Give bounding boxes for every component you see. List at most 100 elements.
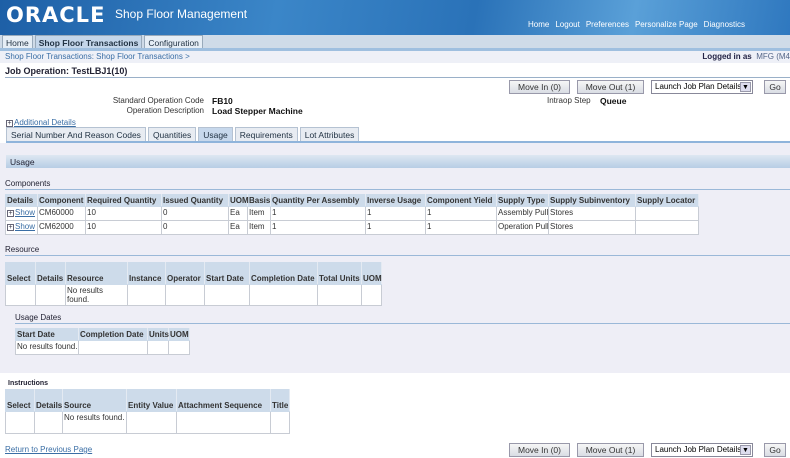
yield-cell: 1: [425, 206, 497, 221]
global-link-diagnostics[interactable]: Diagnostics: [704, 20, 745, 29]
move-in-button[interactable]: Move In (0): [509, 80, 570, 94]
empty-cell: [147, 340, 169, 355]
breadcrumb[interactable]: Shop Floor Transactions: Shop Floor Tran…: [5, 52, 190, 61]
go-button[interactable]: Go: [764, 80, 786, 94]
col-supply-type: Supply Type: [496, 194, 549, 207]
instructions-title: Instructions: [8, 380, 49, 387]
intraop-label: Intraop Step: [547, 96, 591, 105]
expand-icon: +: [6, 120, 13, 127]
inverse-cell: 1: [365, 220, 426, 235]
supply-type-cell: Operation Pull: [496, 220, 549, 235]
main-tabs: Home Shop Floor Transactions Configurati…: [0, 35, 790, 49]
usage-dates-divider: [15, 323, 790, 324]
move-in-button-bottom[interactable]: Move In (0): [509, 443, 570, 457]
empty-cell: [249, 284, 318, 306]
empty-cell: [34, 411, 63, 434]
col-operator: Operator: [165, 262, 205, 285]
empty-cell: [35, 284, 66, 306]
col-supply-subinventory: Supply Subinventory: [548, 194, 636, 207]
tab-home[interactable]: Home: [2, 35, 33, 49]
launch-select-bottom[interactable]: Launch Job Plan Details ▼: [651, 443, 753, 457]
show-link[interactable]: Show: [15, 208, 35, 217]
global-link-personalize[interactable]: Personalize Page: [635, 20, 698, 29]
required-cell: 10: [85, 206, 162, 221]
table-row: No results found.: [5, 411, 290, 434]
component-cell: CM62000: [37, 220, 86, 235]
col-details: Details: [5, 194, 38, 207]
std-op-code-label: Standard Operation Code: [112, 96, 204, 105]
col-uom: UOM: [361, 262, 382, 285]
intraop-value: Queue: [600, 96, 627, 106]
no-results-message: No results found.: [62, 411, 127, 434]
show-link[interactable]: Show: [15, 222, 35, 231]
expand-icon: +: [7, 224, 14, 231]
additional-details-link[interactable]: Additional Details: [14, 118, 76, 127]
col-details: Details: [35, 262, 66, 285]
col-start-date: Start Date: [204, 262, 250, 285]
global-links: Home Logout Preferences Personalize Page…: [528, 20, 745, 29]
locator-cell: [635, 206, 699, 221]
empty-cell: [168, 340, 190, 355]
locator-cell: [635, 220, 699, 235]
oracle-logo: ORACLE: [6, 3, 106, 27]
col-uom: UOM: [228, 194, 249, 207]
instructions-table: Select Details Source Entity Value Attac…: [5, 389, 290, 434]
tab-shop-floor-transactions[interactable]: Shop Floor Transactions: [34, 35, 143, 49]
col-qpa: Quantity Per Assembly: [270, 194, 366, 207]
move-out-button[interactable]: Move Out (1): [577, 80, 644, 94]
subtab-requirements[interactable]: Requirements: [234, 127, 298, 141]
global-link-home[interactable]: Home: [528, 20, 549, 29]
table-row: No results found.: [5, 284, 382, 306]
instructions-header-row: Select Details Source Entity Value Attac…: [5, 389, 290, 412]
launch-select[interactable]: Launch Job Plan Details ▼: [651, 80, 753, 94]
uom-cell: Ea: [228, 206, 248, 221]
op-desc-label: Operation Description: [126, 106, 204, 115]
details-cell[interactable]: + Show: [5, 220, 38, 235]
subtab-quantities[interactable]: Quantities: [147, 127, 197, 141]
qpa-cell: 1: [270, 206, 366, 221]
global-link-preferences[interactable]: Preferences: [586, 20, 629, 29]
expand-icon: +: [7, 210, 14, 217]
empty-cell: [78, 340, 148, 355]
resource-title: Resource: [5, 245, 40, 254]
col-select: Select: [5, 262, 36, 285]
logged-in-status: Logged in as MFG (M4: [702, 52, 790, 61]
issued-cell: 0: [161, 206, 229, 221]
move-out-button-bottom[interactable]: Move Out (1): [577, 443, 644, 457]
op-desc-value: Load Stepper Machine: [212, 106, 303, 116]
required-cell: 10: [85, 220, 162, 235]
tab-configuration[interactable]: Configuration: [144, 35, 203, 49]
col-uom: UOM: [168, 328, 190, 341]
additional-details-toggle[interactable]: + Additional Details: [6, 118, 76, 127]
resource-table: Select Details Resource Instance Operato…: [5, 262, 382, 306]
subtab-lot-attributes[interactable]: Lot Attributes: [299, 127, 360, 141]
global-link-logout[interactable]: Logout: [555, 20, 579, 29]
empty-cell: [176, 411, 271, 434]
uom-cell: Ea: [228, 220, 248, 235]
launch-select-value: Launch Job Plan Details: [655, 82, 742, 91]
return-link[interactable]: Return to Previous Page: [5, 445, 92, 454]
empty-cell: [5, 411, 35, 434]
usage-header: Usage: [6, 155, 790, 168]
col-title: Title: [270, 389, 290, 412]
col-supply-locator: Supply Locator: [635, 194, 699, 207]
col-instance: Instance: [127, 262, 166, 285]
subtab-serial[interactable]: Serial Number And Reason Codes: [6, 127, 146, 141]
col-details: Details: [34, 389, 63, 412]
std-op-code-value: FB10: [212, 96, 233, 106]
components-divider: [5, 189, 790, 190]
chevron-down-icon: ▼: [740, 82, 751, 92]
resource-header-row: Select Details Resource Instance Operato…: [5, 262, 382, 285]
col-completion-date: Completion Date: [78, 328, 148, 341]
col-required-qty: Required Quantity: [85, 194, 162, 207]
go-button-bottom[interactable]: Go: [764, 443, 786, 457]
subtab-usage[interactable]: Usage: [198, 127, 233, 141]
resource-divider: [5, 255, 790, 256]
col-resource: Resource: [65, 262, 128, 285]
basis-cell: Item: [247, 220, 271, 235]
col-start-date: Start Date: [15, 328, 79, 341]
empty-cell: [165, 284, 205, 306]
table-row: + Show CM60000 10 0 Ea Item 1 1 1 Assembl…: [5, 206, 699, 221]
sub-tabs: Serial Number And Reason Codes Quantitie…: [6, 127, 360, 141]
details-cell[interactable]: + Show: [5, 206, 38, 221]
